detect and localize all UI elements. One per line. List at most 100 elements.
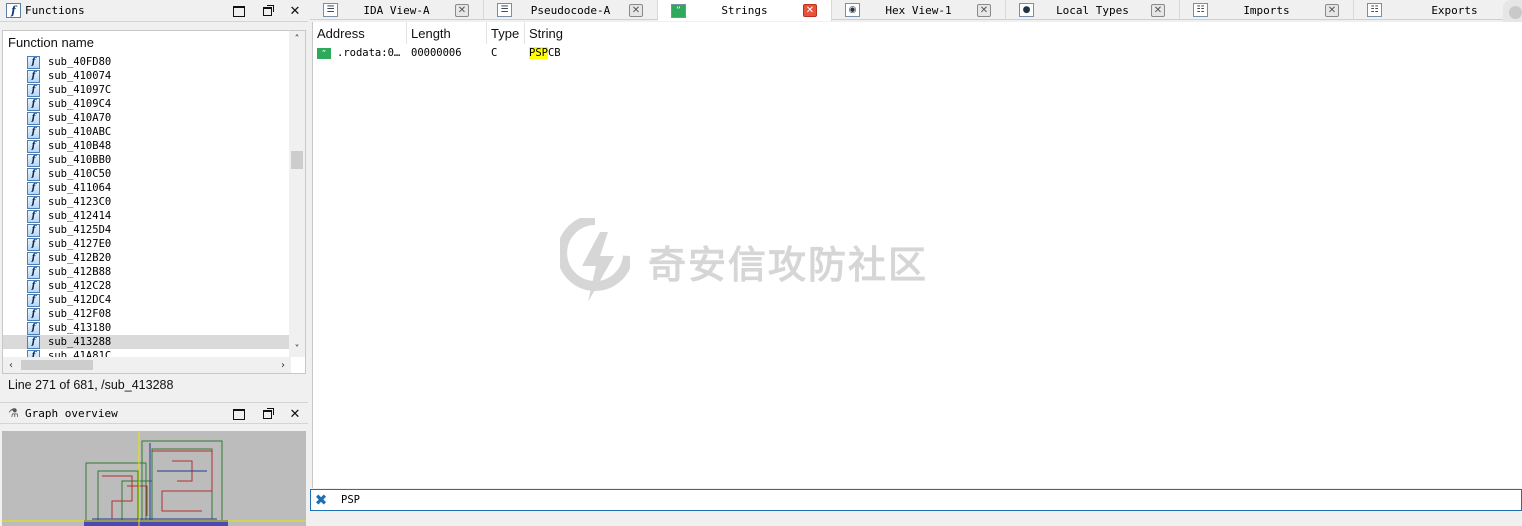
function-icon: f <box>27 279 40 293</box>
list-item[interactable]: f sub_412B88 <box>3 265 291 279</box>
strings-view[interactable]: Address Length Type String ” .rodata:0… 0… <box>312 22 1522 488</box>
tab-local-types[interactable]: ● Local Types ✕ <box>1006 0 1180 20</box>
list-item[interactable]: f sub_412B20 <box>3 251 291 265</box>
list-item[interactable]: f sub_410C50 <box>3 167 291 181</box>
strings-icon: ” <box>671 3 686 18</box>
scroll-thumb[interactable] <box>291 151 303 169</box>
function-name: sub_410B48 <box>48 140 112 152</box>
list-item[interactable]: f sub_412414 <box>3 209 291 223</box>
list-item[interactable]: f sub_4109C4 <box>3 97 291 111</box>
function-name: sub_4127E0 <box>48 238 112 250</box>
column-header-type[interactable]: Type <box>487 22 525 44</box>
tab-hex-view-1[interactable]: ◉ Hex View-1 ✕ <box>832 0 1006 20</box>
tab-label: Hex View-1 <box>885 3 952 17</box>
tab-close-icon[interactable]: ✕ <box>1151 3 1165 17</box>
column-header-function-name[interactable]: Function name <box>3 31 305 53</box>
list-item[interactable]: f sub_4127E0 <box>3 237 291 251</box>
list-item[interactable]: f sub_40FD80 <box>3 55 291 69</box>
tab-exports[interactable]: ☷ Exports <box>1354 0 1522 20</box>
list-item[interactable]: f sub_410074 <box>3 69 291 83</box>
function-name: sub_40FD80 <box>48 56 112 68</box>
function-icon: f <box>27 55 40 69</box>
functions-pane-title: Functions <box>25 4 85 17</box>
tab-close-icon[interactable]: ✕ <box>803 4 817 17</box>
tab-ida-view-a[interactable]: ☰ IDA View-A ✕ <box>310 0 484 20</box>
functions-list[interactable]: Function name f sub_40FD80 f sub_410074 f sub… <box>2 30 306 374</box>
graph-tree-icon: ⚗ <box>8 406 19 420</box>
tab-close-icon[interactable]: ✕ <box>455 3 469 17</box>
widget-dot-icon <box>1509 6 1522 19</box>
list-item[interactable]: f sub_410A70 <box>3 111 291 125</box>
horizontal-scrollbar[interactable]: ‹ › <box>3 357 291 373</box>
quick-filter-bar: ✖ <box>310 489 1522 511</box>
string-quote-icon: ” <box>317 47 331 59</box>
list-item[interactable]: f sub_412DC4 <box>3 293 291 307</box>
graph-overview-canvas[interactable] <box>2 431 306 526</box>
list-item[interactable]: f sub_412C28 <box>3 279 291 293</box>
graph-pane-header: ⚗ Graph overview ✕ <box>0 402 308 424</box>
scroll-thumb-horizontal[interactable] <box>21 360 93 370</box>
function-icon: f <box>27 335 40 349</box>
strings-table-header: Address Length Type String <box>313 22 1522 44</box>
list-item[interactable]: f sub_410ABC <box>3 125 291 139</box>
string-value-rest: CB <box>547 47 561 59</box>
close-icon[interactable]: ✕ <box>288 4 302 19</box>
string-address-cell: ” .rodata:0… <box>313 47 407 59</box>
tab-pseudocode-a[interactable]: ☰ Pseudocode-A ✕ <box>484 0 658 20</box>
function-name: sub_4125D4 <box>48 224 112 236</box>
function-name: sub_412414 <box>48 210 112 222</box>
scroll-right-icon[interactable]: › <box>275 357 291 373</box>
function-icon: f <box>27 223 40 237</box>
float-window-icon[interactable] <box>260 407 274 421</box>
function-name: sub_410BB0 <box>48 154 112 166</box>
list-item[interactable]: f sub_4125D4 <box>3 223 291 237</box>
vertical-scrollbar[interactable]: ˄ ˅ <box>289 31 305 357</box>
function-name: sub_411064 <box>48 182 112 194</box>
function-name: sub_412F08 <box>48 308 112 320</box>
list-item[interactable]: f sub_411064 <box>3 181 291 195</box>
function-name: sub_410A70 <box>48 112 112 124</box>
scroll-left-icon[interactable]: ‹ <box>3 357 19 373</box>
function-icon: f <box>27 69 40 83</box>
function-name: sub_41097C <box>48 84 112 96</box>
function-name: sub_412DC4 <box>48 294 112 306</box>
tab-label: Exports <box>1431 3 1478 17</box>
list-item[interactable]: f sub_41A81C <box>3 349 291 357</box>
function-name: sub_4123C0 <box>48 196 112 208</box>
list-item[interactable]: f sub_41097C <box>3 83 291 97</box>
list-item[interactable]: f sub_4123C0 <box>3 195 291 209</box>
list-item[interactable]: f sub_413180 <box>3 321 291 335</box>
info-icon: ● <box>1019 3 1034 17</box>
list-item[interactable]: f sub_410B48 <box>3 139 291 153</box>
tab-close-icon[interactable]: ✕ <box>629 3 643 17</box>
tab-close-icon[interactable]: ✕ <box>977 3 991 17</box>
function-icon: f <box>27 349 40 357</box>
list-item[interactable]: f sub_412F08 <box>3 307 291 321</box>
scroll-down-icon[interactable]: ˅ <box>289 341 305 357</box>
list-item[interactable]: f sub_413288 <box>3 335 291 349</box>
graph-overview-drawing <box>2 431 306 526</box>
maximize-icon[interactable] <box>232 407 246 421</box>
scroll-up-icon[interactable]: ˄ <box>289 31 305 47</box>
list-item[interactable]: f sub_410BB0 <box>3 153 291 167</box>
graph-pane-title: Graph overview <box>25 406 118 420</box>
maximize-icon[interactable] <box>232 4 246 18</box>
column-header-string[interactable]: String <box>525 22 585 44</box>
column-header-address[interactable]: Address <box>313 22 407 44</box>
close-icon[interactable]: ✕ <box>288 407 302 422</box>
function-icon: f <box>27 265 40 279</box>
function-icon: f <box>27 195 40 209</box>
column-header-length[interactable]: Length <box>407 22 487 44</box>
tab-strings[interactable]: ” Strings ✕ <box>658 0 832 21</box>
quick-filter-input[interactable] <box>341 494 941 506</box>
hex-icon: ◉ <box>845 3 860 17</box>
tab-imports[interactable]: ☷ Imports ✕ <box>1180 0 1354 20</box>
float-window-icon[interactable] <box>260 4 274 18</box>
function-icon: f <box>27 97 40 111</box>
clear-filter-icon[interactable]: ✖ <box>311 491 331 509</box>
function-icon: f <box>27 153 40 167</box>
tab-label: Imports <box>1243 3 1290 17</box>
tab-label: IDA View-A <box>363 3 430 17</box>
tab-close-icon[interactable]: ✕ <box>1325 3 1339 17</box>
table-row[interactable]: ” .rodata:0… 00000006 C PSPCB <box>313 44 1522 62</box>
